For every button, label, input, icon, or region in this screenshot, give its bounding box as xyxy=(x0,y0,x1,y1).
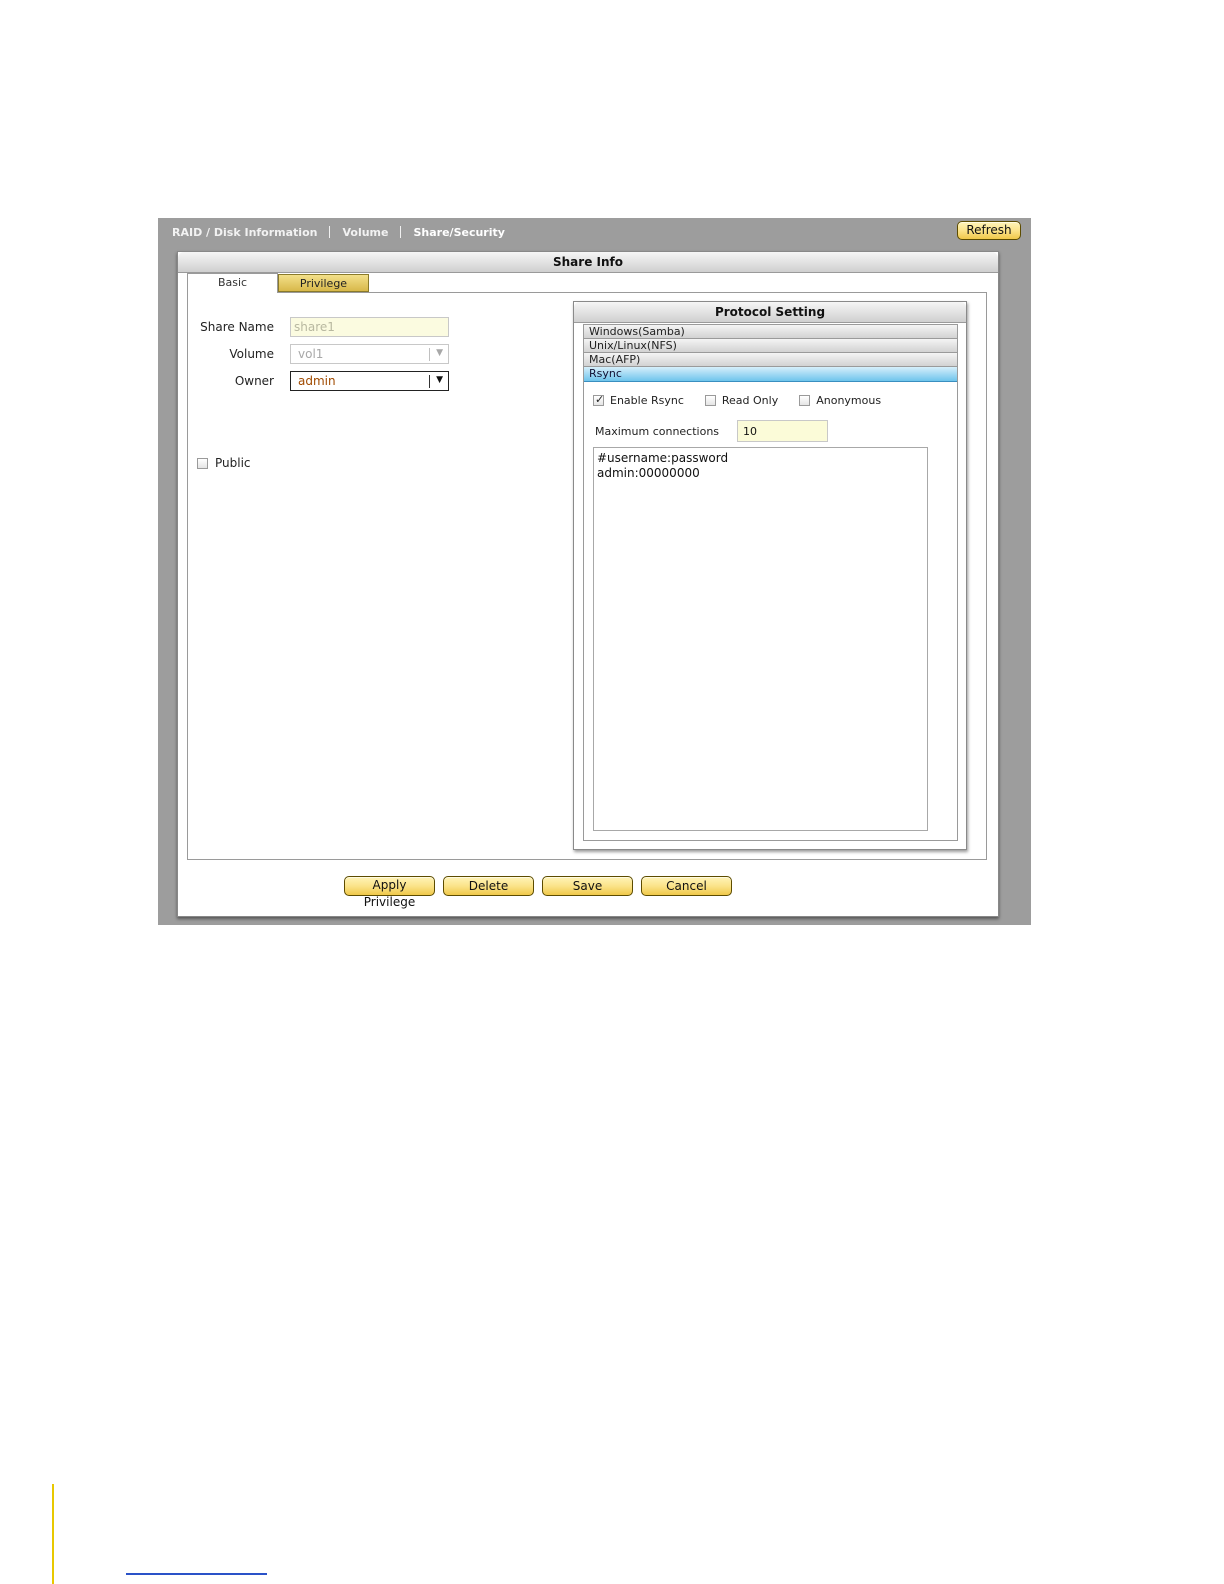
select-divider xyxy=(429,348,430,361)
save-button[interactable]: Save xyxy=(542,876,633,896)
public-row: Public xyxy=(197,456,251,470)
owner-label: Owner xyxy=(234,374,274,388)
nas-admin-window: RAID / Disk Information Volume Share/Sec… xyxy=(158,218,1031,925)
chevron-down-icon: ▼ xyxy=(436,348,443,358)
enable-rsync-checkbox[interactable]: ✓ xyxy=(593,393,605,406)
volume-select[interactable]: vol1 ▼ xyxy=(290,344,449,364)
share-name-row: Share Name xyxy=(188,317,449,337)
rsync-accounts-textarea[interactable]: #username:password admin:00000000 xyxy=(593,447,928,831)
enable-rsync-option: ✓ Enable Rsync xyxy=(593,393,684,407)
owner-select[interactable]: admin ▼ xyxy=(290,371,449,391)
nav-raid-disk-information[interactable]: RAID / Disk Information xyxy=(169,226,320,239)
volume-label: Volume xyxy=(229,347,274,361)
cancel-button[interactable]: Cancel xyxy=(641,876,732,896)
enable-rsync-label: Enable Rsync xyxy=(610,394,684,407)
share-name-label: Share Name xyxy=(200,320,274,334)
share-name-input[interactable] xyxy=(290,317,449,337)
select-divider xyxy=(429,375,430,388)
volume-select-value: vol1 xyxy=(298,347,324,361)
tab-basic[interactable]: Basic xyxy=(187,273,278,293)
protocol-setting-title: Protocol Setting xyxy=(574,302,966,323)
accordion-windows-samba[interactable]: Windows(Samba) xyxy=(584,325,957,339)
accounts-line: admin:00000000 xyxy=(597,466,700,480)
accordion-rsync[interactable]: Rsync xyxy=(584,367,957,382)
page-margin-rule xyxy=(52,1484,54,1584)
chevron-down-icon: ▼ xyxy=(436,375,443,385)
accounts-line: #username:password xyxy=(597,451,729,465)
basic-tab-content: Share Name Volume vol1 ▼ Owner admin ▼ xyxy=(187,292,987,860)
share-actions: Apply Privilege Delete Save Cancel xyxy=(344,876,740,909)
rsync-settings: ✓ Enable Rsync Read Only Anonymous Maxim… xyxy=(584,383,957,840)
anonymous-label: Anonymous xyxy=(816,394,882,407)
nav-separator xyxy=(400,226,402,238)
rsync-options-row: ✓ Enable Rsync Read Only Anonymous xyxy=(593,393,902,407)
protocol-setting-panel: Protocol Setting Windows(Samba) Unix/Lin… xyxy=(573,301,967,850)
accordion-unix-linux-nfs[interactable]: Unix/Linux(NFS) xyxy=(584,339,957,353)
public-label: Public xyxy=(215,456,251,470)
public-checkbox[interactable] xyxy=(197,457,208,469)
read-only-label: Read Only xyxy=(721,394,779,407)
owner-select-value: admin xyxy=(298,374,336,388)
refresh-button[interactable]: Refresh xyxy=(957,221,1021,240)
nav-volume[interactable]: Volume xyxy=(339,226,391,239)
protocol-accordion: Windows(Samba) Unix/Linux(NFS) Mac(AFP) … xyxy=(583,324,958,841)
max-connections-label: Maximum connections xyxy=(595,424,720,438)
max-connections-input[interactable] xyxy=(737,420,828,442)
share-info-panel: Share Info Basic Privilege Share Name Vo… xyxy=(177,251,999,917)
anonymous-option: Anonymous xyxy=(799,394,881,407)
nav-share-security[interactable]: Share/Security xyxy=(410,226,507,239)
nav-separator xyxy=(329,226,331,238)
apply-privilege-button[interactable]: Apply Privilege xyxy=(344,876,435,909)
page-footer-rule xyxy=(126,1573,267,1575)
volume-row: Volume vol1 ▼ xyxy=(188,344,449,364)
tab-privilege[interactable]: Privilege xyxy=(278,274,369,292)
owner-row: Owner admin ▼ xyxy=(188,371,449,391)
anonymous-checkbox[interactable] xyxy=(799,395,811,406)
read-only-option: Read Only xyxy=(704,394,779,407)
share-info-title: Share Info xyxy=(178,252,998,273)
read-only-checkbox[interactable] xyxy=(704,395,716,406)
accordion-mac-afp[interactable]: Mac(AFP) xyxy=(584,353,957,367)
checkmark-icon: ✓ xyxy=(595,393,605,406)
max-connections-row: Maximum connections xyxy=(595,420,828,442)
breadcrumb-nav: RAID / Disk Information Volume Share/Sec… xyxy=(169,224,508,240)
delete-button[interactable]: Delete xyxy=(443,876,534,896)
